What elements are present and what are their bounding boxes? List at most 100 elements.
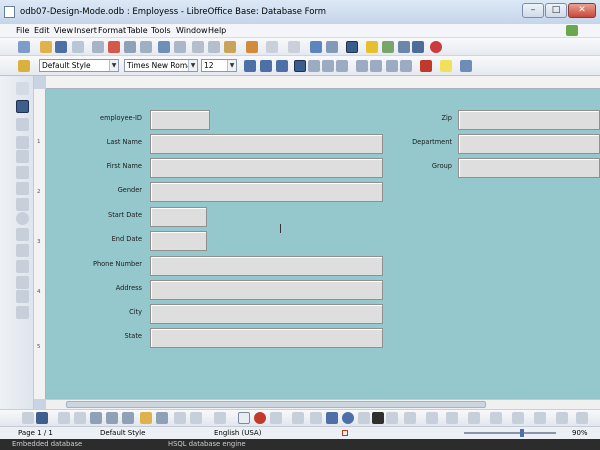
field-state[interactable] [150,328,383,348]
gallery-icon[interactable] [382,41,394,53]
design-mode-icon[interactable] [16,100,29,113]
styles-icon[interactable] [18,60,30,72]
cut-icon[interactable] [192,41,204,53]
points-icon[interactable] [534,412,546,424]
help-icon[interactable] [430,41,442,53]
select-icon[interactable] [22,412,34,424]
formatting-marks-icon[interactable] [412,41,424,53]
navigator-icon[interactable] [366,41,378,53]
control-wizards-icon[interactable] [16,118,29,131]
form-design-icon[interactable] [346,41,358,53]
select-icon[interactable] [16,82,29,95]
decrease-indent-icon[interactable] [386,60,398,72]
data-sources-icon[interactable] [398,41,410,53]
align-left-icon[interactable] [294,60,306,72]
print-icon[interactable] [124,41,136,53]
field-first-name[interactable] [150,158,383,178]
snap-icon[interactable] [270,412,282,424]
clone-formatting-icon[interactable] [246,41,258,53]
save-icon[interactable] [55,41,67,53]
copy-icon[interactable] [208,41,220,53]
zoom-slider-handle[interactable] [520,429,524,437]
minimize-button[interactable]: – [522,3,544,18]
increase-indent-icon[interactable] [400,60,412,72]
align-center-icon[interactable] [308,60,320,72]
zoom-level[interactable]: 90% [572,429,588,437]
italic-icon[interactable] [260,60,272,72]
symbol-shapes-icon[interactable] [426,412,438,424]
field-address[interactable] [150,280,383,300]
menu-help[interactable]: Help [208,25,226,37]
formatted-field-icon[interactable] [16,182,29,195]
scrollbar-thumb[interactable] [66,401,486,408]
menu-tools[interactable]: Tools [151,25,171,37]
font-name-select[interactable]: Times New Roman ▼ [124,59,198,72]
flowchart-icon[interactable] [468,412,480,424]
paragraph-style-select[interactable]: Default Style ▼ [39,59,119,72]
form-navigator-icon[interactable] [16,290,29,303]
menu-edit[interactable]: Edit [34,25,50,37]
menu-file[interactable]: File [16,25,29,37]
autospell-icon[interactable] [174,41,186,53]
form-canvas[interactable]: employee-ID Last Name First Name Gender … [46,89,600,399]
field-last-name[interactable] [150,134,383,154]
freeform-icon[interactable] [358,412,370,424]
rectangle-icon[interactable] [326,412,338,424]
undo-icon[interactable] [266,41,278,53]
form-properties-icon[interactable] [16,306,29,319]
anchor-icon[interactable] [190,412,202,424]
table-icon[interactable] [326,41,338,53]
line-icon[interactable] [310,412,322,424]
form-navigator-icon[interactable] [140,412,152,424]
underline-icon[interactable] [276,60,288,72]
ellipse-icon[interactable] [342,412,354,424]
zoom-slider[interactable] [464,432,556,434]
email-icon[interactable] [72,41,84,53]
extrusion-icon[interactable] [576,412,588,424]
text-icon[interactable] [372,412,384,424]
menu-window[interactable]: Window [176,25,208,37]
chevron-down-icon[interactable]: ▼ [188,60,197,71]
update-icon[interactable] [566,25,578,36]
basic-shapes-icon[interactable] [404,412,416,424]
vertical-ruler[interactable]: 1 2 3 4 5 [34,89,46,399]
redo-icon[interactable] [288,41,300,53]
maximize-button[interactable]: □ [545,3,567,18]
alignment-icon[interactable] [214,412,226,424]
open-icon[interactable] [40,41,52,53]
font-color-icon[interactable] [420,60,432,72]
chevron-down-icon[interactable]: ▼ [109,60,118,71]
tab-order-icon[interactable] [106,412,118,424]
field-city[interactable] [150,304,383,324]
highlight-icon[interactable] [440,60,452,72]
callouts-icon[interactable] [386,412,398,424]
field-employee-id[interactable] [150,110,210,130]
numbering-icon[interactable] [356,60,368,72]
close-button[interactable]: ✕ [568,3,596,18]
menu-format[interactable]: Format [98,25,126,37]
form-properties-icon[interactable] [74,412,86,424]
spelling-icon[interactable] [158,41,170,53]
option-button-icon[interactable] [16,212,29,225]
helplines-icon[interactable] [254,412,266,424]
block-arrows-icon[interactable] [446,412,458,424]
align-right-icon[interactable] [322,60,334,72]
stars-icon[interactable] [512,412,524,424]
menu-insert[interactable]: Insert [74,25,97,37]
print-preview-icon[interactable] [140,41,152,53]
edit-mode-icon[interactable] [92,41,104,53]
new-icon[interactable] [18,41,30,53]
callout-shapes-icon[interactable] [490,412,502,424]
bold-icon[interactable] [244,60,256,72]
form-control-icon[interactable] [16,136,29,149]
combo-box-icon[interactable] [16,244,29,257]
menu-view[interactable]: View [54,25,73,37]
field-start-date[interactable] [150,207,207,227]
justify-icon[interactable] [336,60,348,72]
field-department[interactable] [458,134,600,154]
horizontal-ruler[interactable] [46,76,600,89]
paste-icon[interactable] [224,41,236,53]
field-zip[interactable] [458,110,600,130]
bullets-icon[interactable] [370,60,382,72]
field-end-date[interactable] [150,231,207,251]
